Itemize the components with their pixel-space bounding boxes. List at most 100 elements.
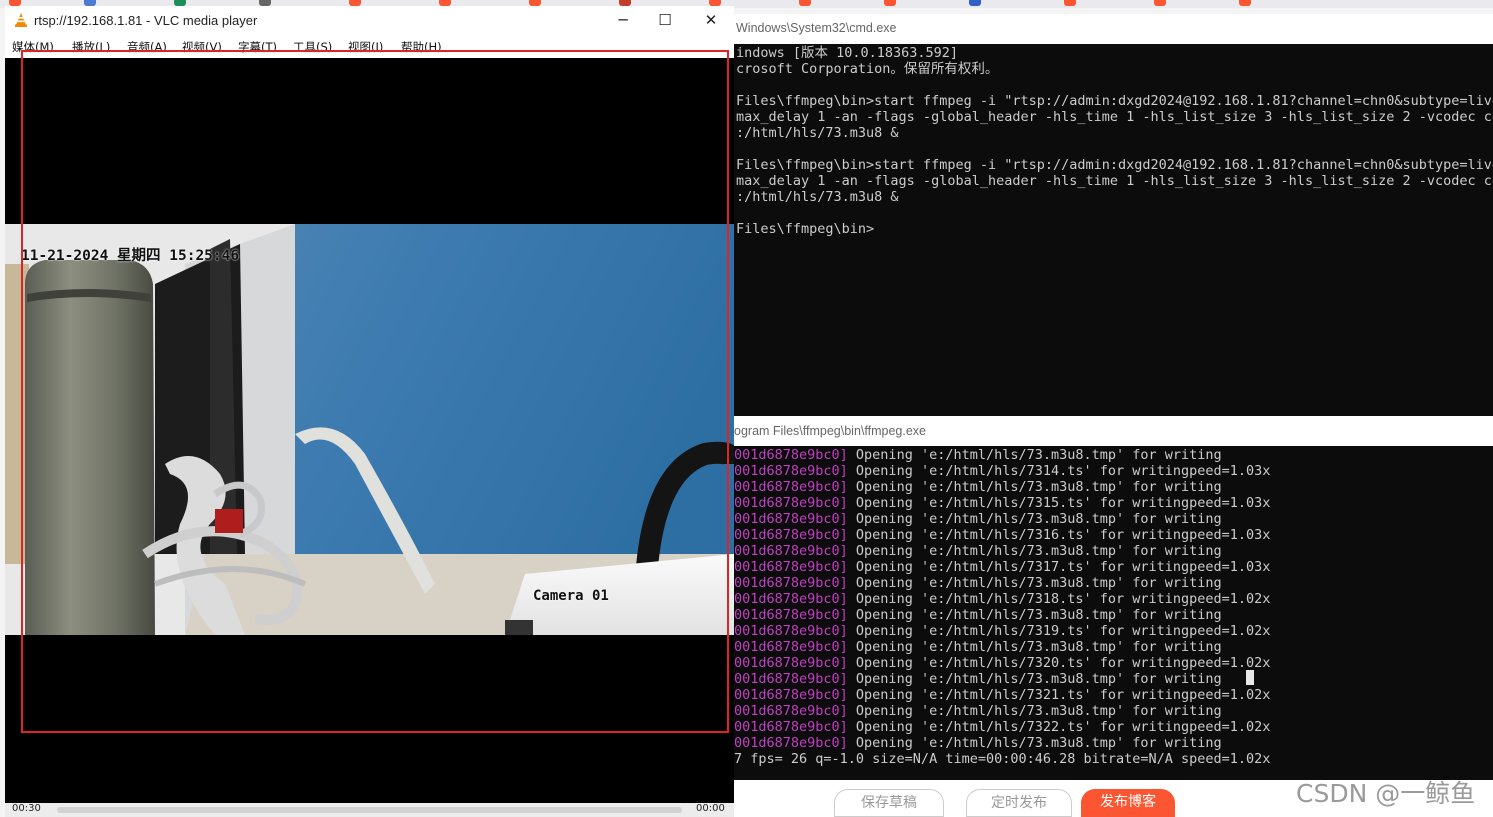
console-line: Files\ffmpeg\bin>start ffmpeg -i "rtsp:/… [736,93,1493,109]
log-line: 001d6878e9bc0] Opening 'e:/html/hls/73.m… [734,575,1222,591]
elapsed-time: 00:30 [12,803,41,814]
log-text: Opening 'e:/html/hls/7314.ts' for writin… [847,463,1271,479]
menu-tools[interactable]: 工具(S) [293,39,332,55]
log-tag: 001d6878e9bc0] [734,479,848,495]
menu-view[interactable]: 视图(I) [348,39,383,55]
favicon-icon [799,0,811,6]
log-text: Opening 'e:/html/hls/73.m3u8.tmp' for wr… [847,511,1222,527]
log-text: Opening 'e:/html/hls/73.m3u8.tmp' for wr… [847,479,1222,495]
log-line: 001d6878e9bc0] Opening 'e:/html/hls/73.m… [734,511,1222,527]
camera-video-frame[interactable]: 11-21-2024 星期四 15:25:46 Camera 01 [5,224,734,635]
browser-tab[interactable] [1150,0,1210,8]
console-line: :/html/hls/73.m3u8 & [736,125,899,141]
total-time: 00:00 [696,803,725,814]
log-tag: 001d6878e9bc0] [734,527,848,543]
log-tag: 001d6878e9bc0] [734,575,848,591]
log-tag: 001d6878e9bc0] [734,463,848,479]
log-line: 001d6878e9bc0] Opening 'e:/html/hls/7321… [734,687,1270,703]
log-text: Opening 'e:/html/hls/7321.ts' for writin… [847,687,1271,703]
favicon-icon [884,0,896,6]
console-line: :/html/hls/73.m3u8 & [736,189,899,205]
log-line: 001d6878e9bc0] Opening 'e:/html/hls/73.m… [734,735,1222,751]
log-text: Opening 'e:/html/hls/73.m3u8.tmp' for wr… [847,639,1222,655]
console-line: indows [版本 10.0.18363.592] [736,45,959,61]
save-draft-button[interactable]: 保存草稿 [834,789,944,817]
favicon-icon [969,0,981,6]
log-line: 001d6878e9bc0] Opening 'e:/html/hls/7319… [734,623,1270,639]
log-line: 001d6878e9bc0] Opening 'e:/html/hls/7320… [734,655,1270,671]
camera-name-overlay: Camera 01 [533,588,609,604]
log-text: Opening 'e:/html/hls/73.m3u8.tmp' for wr… [847,607,1222,623]
log-tag: 001d6878e9bc0] [734,655,848,671]
close-button[interactable]: ✕ [688,6,734,34]
log-text: Opening 'e:/html/hls/7316.ts' for writin… [847,527,1271,543]
cmd-window-titlebar[interactable]: Windows\System32\cmd.exe [734,14,1493,44]
log-tag: 001d6878e9bc0] [734,735,848,751]
log-tag: 001d6878e9bc0] [734,591,848,607]
maximize-button[interactable]: ☐ [642,6,688,34]
menu-media[interactable]: 媒体(M) [12,39,54,55]
log-line: 001d6878e9bc0] Opening 'e:/html/hls/7317… [734,559,1270,575]
log-line: 001d6878e9bc0] Opening 'e:/html/hls/7318… [734,591,1270,607]
seek-bar[interactable] [57,807,682,813]
publish-blog-button[interactable]: 发布博客 [1081,789,1175,817]
console-line: max_delay 1 -an -flags -global_header -h… [736,173,1493,189]
log-text: Opening 'e:/html/hls/7322.ts' for writin… [847,719,1271,735]
log-text: Opening 'e:/html/hls/73.m3u8.tmp' for wr… [847,735,1222,751]
vlc-control-bar: 00:30 00:00 [5,803,734,817]
log-tag: 001d6878e9bc0] [734,607,848,623]
console-line: Files\ffmpeg\bin>start ffmpeg -i "rtsp:/… [736,157,1493,173]
log-tag: 001d6878e9bc0] [734,511,848,527]
log-tag: 001d6878e9bc0] [734,703,848,719]
vlc-menu-bar: 媒体(M) 播放(L) 音频(A) 视频(V) 字幕(T) 工具(S) 视图(I… [5,34,734,58]
log-line: 001d6878e9bc0] Opening 'e:/html/hls/73.m… [734,671,1222,687]
ffmpeg-window-title: ogram Files\ffmpeg\bin\ffmpeg.exe [734,424,926,438]
log-line: 001d6878e9bc0] Opening 'e:/html/hls/73.m… [734,703,1222,719]
console-line: crosoft Corporation。保留所有权利。 [736,61,999,77]
vlc-window-title: rtsp://192.168.1.81 - VLC media player [34,13,258,28]
browser-tab[interactable] [1060,0,1120,8]
vlc-window: rtsp://192.168.1.81 - VLC media player ─… [5,6,734,817]
vlc-titlebar[interactable]: rtsp://192.168.1.81 - VLC media player ─… [5,6,734,34]
menu-subtitle[interactable]: 字幕(T) [238,39,277,55]
log-line: 001d6878e9bc0] Opening 'e:/html/hls/73.m… [734,479,1222,495]
log-line: 001d6878e9bc0] Opening 'e:/html/hls/73.m… [734,447,1222,463]
log-tag: 001d6878e9bc0] [734,543,848,559]
ffmpeg-console-output[interactable]: 001d6878e9bc0] Opening 'e:/html/hls/73.m… [734,446,1493,780]
browser-tab[interactable] [1235,0,1295,8]
log-text: Opening 'e:/html/hls/73.m3u8.tmp' for wr… [847,703,1222,719]
minimize-icon: ─ [618,11,628,29]
cmd-console-output[interactable]: indows [版本 10.0.18363.592] crosoft Corpor… [734,44,1493,416]
menu-video[interactable]: 视频(V) [182,39,222,55]
log-line: 001d6878e9bc0] Opening 'e:/html/hls/73.m… [734,639,1222,655]
log-tag: 001d6878e9bc0] [734,559,848,575]
menu-audio[interactable]: 音频(A) [127,39,167,55]
maximize-icon: ☐ [658,11,672,29]
log-text: Opening 'e:/html/hls/73.m3u8.tmp' for wr… [847,447,1222,463]
menu-playback[interactable]: 播放(L) [72,39,110,55]
log-tag: 001d6878e9bc0] [734,447,848,463]
browser-tab[interactable] [965,0,1025,8]
log-line: 001d6878e9bc0] Opening 'e:/html/hls/7316… [734,527,1270,543]
log-text: Opening 'e:/html/hls/7320.ts' for writin… [847,655,1271,671]
menu-help[interactable]: 帮助(H) [401,39,442,55]
log-text: Opening 'e:/html/hls/73.m3u8.tmp' for wr… [847,671,1222,687]
minimize-button[interactable]: ─ [600,6,646,34]
favicon-icon [1239,0,1251,6]
browser-tab[interactable] [880,0,940,8]
log-tag: 001d6878e9bc0] [734,623,848,639]
log-text: Opening 'e:/html/hls/7318.ts' for writin… [847,591,1271,607]
log-tag: 001d6878e9bc0] [734,495,848,511]
log-tag: 001d6878e9bc0] [734,639,848,655]
log-text: Opening 'e:/html/hls/73.m3u8.tmp' for wr… [847,543,1222,559]
cmd-window-title: Windows\System32\cmd.exe [736,21,897,35]
csdn-watermark: CSDN @一鲸鱼 [1296,779,1476,808]
browser-tab[interactable] [795,0,855,8]
log-line: 001d6878e9bc0] Opening 'e:/html/hls/73.m… [734,607,1222,623]
log-tag: 001d6878e9bc0] [734,719,848,735]
schedule-publish-button[interactable]: 定时发布 [966,789,1072,817]
close-icon: ✕ [704,11,718,29]
ffmpeg-window-titlebar[interactable]: ogram Files\ffmpeg\bin\ffmpeg.exe [734,416,1493,446]
favicon-icon [1064,0,1076,6]
log-text: Opening 'e:/html/hls/7319.ts' for writin… [847,623,1271,639]
